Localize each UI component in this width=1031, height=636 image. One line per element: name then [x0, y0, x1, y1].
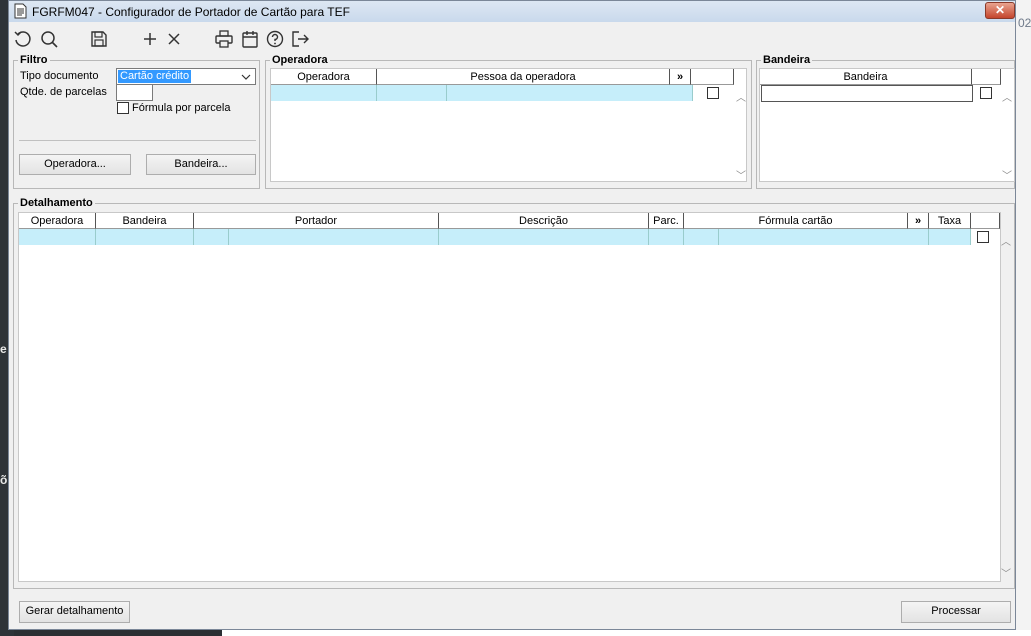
- column-header[interactable]: Bandeira: [96, 213, 194, 229]
- table-cell[interactable]: [684, 229, 719, 245]
- column-header[interactable]: Portador: [194, 213, 439, 229]
- table-cell[interactable]: [929, 229, 971, 245]
- formula-checkbox[interactable]: [117, 102, 129, 114]
- table-cell[interactable]: [19, 229, 96, 245]
- operadora-button[interactable]: Operadora...: [19, 154, 131, 175]
- column-header-blank: [691, 69, 734, 85]
- table-cell[interactable]: [229, 229, 439, 245]
- save-icon[interactable]: [89, 29, 109, 49]
- bandeira-button[interactable]: Bandeira...: [146, 154, 256, 175]
- bandeira-input[interactable]: [761, 85, 973, 102]
- tipo-documento-select[interactable]: Cartão crédito: [116, 68, 256, 85]
- table-cell[interactable]: [649, 229, 684, 245]
- background-letter: õ: [0, 473, 8, 487]
- background-right: 02: [1016, 0, 1031, 636]
- processar-button[interactable]: Processar: [901, 601, 1011, 623]
- title-bar: FGRFM047 - Configurador de Portador de C…: [9, 1, 1015, 22]
- column-header-blank: [972, 69, 1001, 85]
- row-checkbox[interactable]: [980, 87, 992, 99]
- main-window: FGRFM047 - Configurador de Portador de C…: [8, 0, 1016, 630]
- table-cell[interactable]: [194, 229, 229, 245]
- tipo-documento-value: Cartão crédito: [118, 70, 192, 83]
- background-text: 02: [1018, 16, 1031, 30]
- toolbar: [9, 23, 1015, 53]
- scroll-down-icon[interactable]: ﹀: [1002, 167, 1012, 182]
- table-cell[interactable]: [719, 229, 929, 245]
- exit-icon[interactable]: [290, 29, 310, 49]
- scroll-down-icon[interactable]: ﹀: [736, 167, 746, 182]
- column-header-blank: [971, 213, 1000, 229]
- column-header[interactable]: Taxa: [929, 213, 971, 229]
- table-cell[interactable]: [96, 229, 194, 245]
- delete-icon[interactable]: [164, 29, 184, 49]
- row-checkbox[interactable]: [977, 231, 989, 243]
- help-icon[interactable]: [265, 29, 285, 49]
- bandeira-legend: Bandeira: [763, 54, 811, 66]
- tipo-documento-label: Tipo documento: [20, 70, 99, 82]
- column-header[interactable]: Parc.: [649, 213, 684, 229]
- more-columns-icon[interactable]: »: [908, 213, 929, 229]
- add-icon[interactable]: [140, 29, 160, 49]
- background-letter: e: [0, 342, 7, 356]
- column-header[interactable]: Operadora: [271, 69, 377, 85]
- divider: [19, 140, 256, 141]
- scroll-up-icon[interactable]: ︿: [1002, 89, 1012, 104]
- background-bottom: [222, 630, 1031, 636]
- close-button[interactable]: ✕: [985, 2, 1015, 19]
- column-header[interactable]: Operadora: [19, 213, 96, 229]
- print-icon[interactable]: [214, 29, 234, 49]
- column-header[interactable]: Fórmula cartão: [684, 213, 908, 229]
- scroll-up-icon[interactable]: ︿: [736, 89, 746, 104]
- scroll-up-icon[interactable]: ︿: [1001, 233, 1011, 248]
- table-cell[interactable]: [439, 229, 649, 245]
- qtde-parcelas-label: Qtde. de parcelas: [20, 86, 107, 98]
- gerar-detalhamento-button[interactable]: Gerar detalhamento: [19, 601, 130, 623]
- table-cell[interactable]: [377, 85, 447, 101]
- document-icon: [14, 3, 27, 19]
- calendar-icon[interactable]: [240, 29, 260, 49]
- operadora-grid: Operadora Pessoa da operadora » ︿ ﹀: [270, 68, 747, 182]
- bandeira-grid: Bandeira ︿ ﹀: [759, 68, 1015, 182]
- column-header[interactable]: Pessoa da operadora: [377, 69, 670, 85]
- formula-label: Fórmula por parcela: [132, 102, 231, 114]
- filtro-legend: Filtro: [20, 54, 48, 66]
- scroll-down-icon[interactable]: ﹀: [1001, 565, 1011, 580]
- close-icon: ✕: [994, 3, 1006, 17]
- more-columns-icon[interactable]: »: [670, 69, 691, 85]
- detalhamento-legend: Detalhamento: [20, 197, 93, 209]
- operadora-legend: Operadora: [272, 54, 328, 66]
- table-cell[interactable]: [447, 85, 693, 101]
- row-checkbox[interactable]: [707, 87, 719, 99]
- window-title: FGRFM047 - Configurador de Portador de C…: [32, 5, 350, 19]
- qtde-parcelas-input[interactable]: [116, 84, 153, 101]
- refresh-icon[interactable]: [13, 29, 33, 49]
- table-cell[interactable]: [271, 85, 377, 101]
- chevron-down-icon: [241, 74, 251, 80]
- column-header[interactable]: Descrição: [439, 213, 649, 229]
- search-icon[interactable]: [39, 29, 59, 49]
- detalhamento-grid: Operadora Bandeira Portador Descrição Pa…: [18, 212, 1011, 582]
- column-header[interactable]: Bandeira: [760, 69, 972, 85]
